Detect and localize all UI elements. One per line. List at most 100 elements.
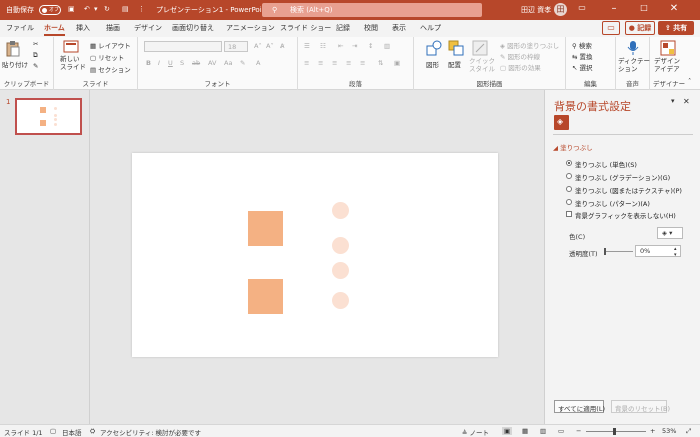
increase-indent-icon[interactable]: ⇥	[352, 42, 357, 50]
section-button[interactable]: ▤ セクション	[90, 64, 131, 74]
zoom-slider-thumb[interactable]	[613, 428, 616, 435]
collapse-ribbon-icon[interactable]: ˄	[688, 77, 691, 85]
slide-canvas[interactable]	[132, 153, 498, 357]
font-color-icon[interactable]: A	[256, 59, 260, 67]
notes-button[interactable]: ≜ ノート	[462, 427, 489, 437]
gradient-fill-radio[interactable]	[566, 173, 572, 179]
find-button[interactable]: ⚲ 検索	[572, 40, 592, 50]
tab-slideshow[interactable]: スライド ショー	[280, 23, 331, 33]
zoom-level[interactable]: 53%	[662, 427, 676, 435]
text-direction-icon[interactable]: ⇅	[378, 59, 383, 67]
line-spacing-icon[interactable]: ↕	[368, 42, 373, 50]
fill-category-tab[interactable]: ◈	[554, 115, 569, 130]
share-button[interactable]: ⇪ 共有	[658, 21, 694, 35]
columns-icon[interactable]: ▥	[384, 42, 390, 50]
layout-button[interactable]: ▦ レイアウト	[90, 40, 131, 50]
new-slide-icon[interactable]	[63, 40, 79, 54]
tab-file[interactable]: ファイル	[6, 23, 34, 33]
design-ideas-button[interactable]: デザイン アイデア	[654, 57, 680, 73]
color-picker-button[interactable]: ◈ ▾	[657, 227, 683, 239]
reset-button[interactable]: ▢ リセット	[90, 52, 124, 62]
align-left-icon[interactable]: ≡	[304, 59, 309, 67]
microphone-icon[interactable]	[627, 40, 639, 56]
slideshow-icon[interactable]: ▭	[558, 427, 564, 435]
circle-shape[interactable]	[332, 202, 349, 219]
user-name[interactable]: 田辺 資孝	[521, 5, 551, 15]
align-right-icon[interactable]: ≡	[332, 59, 337, 67]
square-shape[interactable]	[248, 211, 283, 246]
spinner-icon[interactable]: ▴ ▾	[674, 246, 677, 258]
shapes-icon[interactable]	[426, 40, 442, 56]
distribute-icon[interactable]: ≡	[360, 59, 365, 67]
transparency-slider-track[interactable]	[605, 251, 633, 252]
circle-shape[interactable]	[332, 262, 349, 279]
slide-thumbnail-1[interactable]	[15, 98, 82, 135]
pane-close-icon[interactable]: ✕	[683, 97, 690, 106]
grow-font-icon[interactable]: A˄	[254, 42, 262, 50]
tab-help[interactable]: ヘルプ	[420, 23, 441, 33]
zoom-in-icon[interactable]: +	[650, 427, 655, 435]
pane-options-icon[interactable]: ▾	[671, 97, 675, 105]
shape-fill-button[interactable]: ◈ 図形の塗りつぶし	[500, 40, 559, 50]
tab-review[interactable]: 校閲	[364, 23, 378, 33]
minimize-icon[interactable]: –	[604, 3, 624, 14]
shrink-font-icon[interactable]: A˅	[266, 42, 274, 50]
align-center-icon[interactable]: ≡	[318, 59, 323, 67]
decrease-indent-icon[interactable]: ⇤	[338, 42, 343, 50]
tab-transitions[interactable]: 画面切り替え	[172, 23, 214, 33]
highlight-icon[interactable]: ✎	[240, 59, 245, 67]
shape-effects-button[interactable]: ▢ 図形の効果	[500, 62, 541, 72]
reset-background-button[interactable]: 背景のリセット(B)	[611, 400, 670, 413]
smartart-icon[interactable]: ▣	[394, 59, 400, 67]
solid-fill-radio[interactable]	[566, 160, 572, 166]
font-size-combo[interactable]: 18	[224, 41, 248, 52]
cut-icon[interactable]: ✂	[33, 40, 38, 48]
fit-slide-icon[interactable]: ⤢	[686, 427, 691, 436]
format-painter-icon[interactable]: ✎	[33, 62, 38, 70]
redo-icon[interactable]: ↻	[104, 5, 110, 13]
search-box[interactable]: ⚲ 検索 (Alt+Q)	[262, 3, 482, 17]
copy-icon[interactable]: ⧉	[33, 51, 38, 60]
char-spacing-icon[interactable]: AV	[208, 59, 216, 67]
hide-graphics-checkbox[interactable]	[566, 211, 572, 217]
change-case-icon[interactable]: Aa	[224, 59, 232, 67]
font-name-combo[interactable]	[144, 41, 222, 52]
circle-shape[interactable]	[332, 292, 349, 309]
tab-animations[interactable]: アニメーション	[226, 23, 275, 33]
transparency-slider-thumb[interactable]	[604, 248, 606, 255]
tab-insert[interactable]: 挿入	[76, 23, 90, 33]
pattern-fill-radio[interactable]	[566, 199, 572, 205]
tab-draw[interactable]: 描画	[106, 23, 120, 33]
zoom-slider-track[interactable]	[586, 431, 646, 432]
language-indicator[interactable]: 日本語	[62, 427, 82, 437]
undo-dropdown-icon[interactable]: ▾	[94, 5, 98, 13]
normal-view-icon[interactable]: ▣	[502, 427, 513, 435]
shapes-button[interactable]: 図形	[426, 59, 439, 69]
quick-styles-icon[interactable]	[472, 40, 488, 56]
quick-styles-button[interactable]: クイック スタイル	[469, 57, 495, 73]
accessibility-icon[interactable]: ⛭	[90, 427, 95, 436]
apply-to-all-button[interactable]: すべてに適用(L)	[554, 400, 605, 413]
numbering-icon[interactable]: ☷	[320, 42, 326, 50]
save-icon[interactable]: ▣	[68, 5, 75, 13]
design-ideas-icon[interactable]	[660, 40, 676, 56]
dictate-button[interactable]: ディクテー ション	[618, 57, 650, 73]
shadow-icon[interactable]: S	[180, 59, 184, 67]
zoom-out-icon[interactable]: −	[576, 427, 581, 435]
justify-icon[interactable]: ≡	[346, 59, 351, 67]
customize-toolbar-icon[interactable]: ⋮	[138, 5, 145, 13]
avatar[interactable]: 田	[554, 3, 567, 16]
replace-button[interactable]: ⇆ 置換	[572, 51, 593, 61]
accessibility-status[interactable]: アクセシビリティ: 検討が必要です	[100, 427, 201, 437]
strikethrough-icon[interactable]: ab	[192, 59, 200, 67]
select-button[interactable]: ↖ 選択	[572, 62, 593, 72]
paste-icon[interactable]	[6, 41, 20, 57]
ribbon-display-icon[interactable]: ▭	[572, 3, 592, 12]
bullets-icon[interactable]: ☰	[304, 42, 310, 50]
clear-format-icon[interactable]: A̷	[280, 42, 284, 50]
tab-record[interactable]: 記録	[336, 23, 350, 33]
close-icon[interactable]: ✕	[664, 3, 684, 14]
reading-view-icon[interactable]: ▥	[540, 427, 546, 435]
record-button[interactable]: ● 記録	[625, 21, 655, 35]
shape-outline-button[interactable]: ✎ 図形の枠線	[500, 51, 540, 61]
